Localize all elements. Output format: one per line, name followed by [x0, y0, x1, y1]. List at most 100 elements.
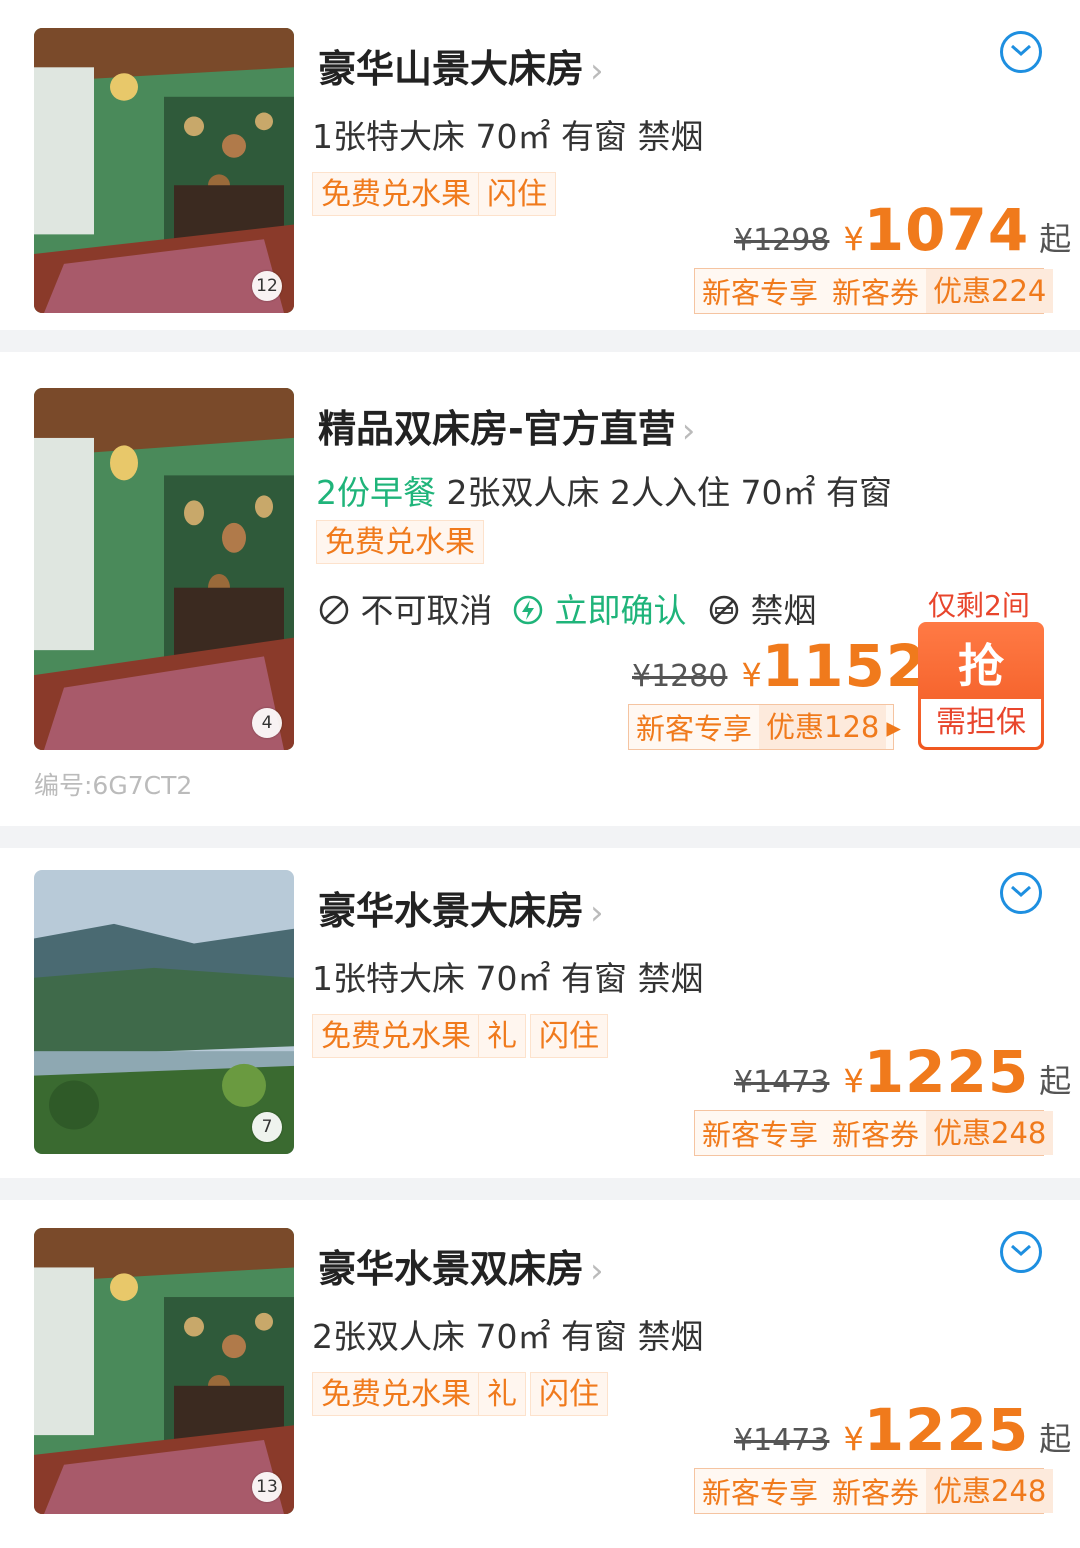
policy-label: 禁烟: [750, 591, 817, 630]
policy-no-smoking: 禁烟: [708, 584, 817, 632]
currency: ¥: [741, 656, 762, 694]
book-button-label: 抢: [958, 639, 1004, 693]
tag-free-fruit: 免费兑水果: [312, 172, 480, 216]
room-photo[interactable]: 7: [34, 870, 294, 1154]
room-card[interactable]: 4 精品双床房-官方直营 › 2份早餐 2张双人床 2人入住 70㎡ 有窗 免费兑…: [0, 352, 1080, 820]
promo-new-customer: 新客专享: [702, 1118, 819, 1152]
instant-confirm-icon: [513, 595, 543, 625]
divider: [0, 826, 1080, 848]
expand-button[interactable]: [1000, 31, 1042, 73]
price-row: ¥1298 ¥1074 起: [734, 196, 1071, 264]
room-name: 精品双床房-官方直营: [318, 407, 676, 451]
promo-discount: 优惠248: [926, 1111, 1054, 1155]
tag-flash-stay: 闪住: [478, 172, 556, 216]
promo-new-customer: 新客专享: [702, 276, 819, 310]
original-price: ¥1280: [632, 659, 728, 694]
room-image: [34, 1228, 294, 1514]
promo-strip[interactable]: 新客专享 新客券 优惠248: [694, 1110, 1054, 1156]
price-row: ¥1473 ¥1225 起: [734, 1038, 1071, 1106]
current-price: 1152: [761, 632, 928, 700]
room-title[interactable]: 豪华山景大床房 ›: [318, 38, 604, 93]
original-price: ¥1473: [734, 1065, 830, 1100]
photo-count-badge: 7: [252, 1112, 282, 1142]
room-desc: 2份早餐 2张双人床 2人入住 70㎡ 有窗: [316, 466, 892, 514]
original-price: ¥1298: [734, 223, 830, 258]
divider: [0, 330, 1080, 352]
price-row: ¥1473 ¥1225 起: [734, 1396, 1071, 1464]
promo-discount: 优惠224: [926, 269, 1054, 313]
room-photo[interactable]: 12: [34, 28, 294, 313]
no-cancel-icon: [319, 595, 349, 625]
divider: [0, 1178, 1080, 1200]
expand-chevron-icon: [1011, 44, 1031, 57]
tag-free-fruit: 免费兑水果: [312, 1372, 480, 1416]
tag-gift: 礼: [478, 1014, 526, 1058]
promo-new-customer: 新客专享: [636, 712, 753, 746]
book-button[interactable]: 抢 需担保: [918, 622, 1044, 750]
price-suffix: 起: [1039, 220, 1072, 258]
room-image: [34, 870, 294, 1154]
expand-chevron-icon: [1011, 885, 1031, 898]
room-photo[interactable]: 4: [34, 388, 294, 750]
current-price: 1225: [863, 1038, 1030, 1106]
room-title[interactable]: 豪华水景双床房 ›: [318, 1238, 604, 1293]
policy-instant-confirm: 立即确认: [512, 584, 687, 632]
promo-new-customer: 新客专享: [702, 1476, 819, 1510]
policy-label: 立即确认: [554, 591, 687, 630]
room-image: [34, 28, 294, 313]
chevron-right-icon: ›: [590, 51, 604, 91]
promo-coupon: 新客券: [832, 1476, 920, 1510]
room-title[interactable]: 精品双床房-官方直营 ›: [318, 398, 695, 453]
currency: ¥: [843, 1420, 864, 1458]
tag-free-fruit: 免费兑水果: [316, 520, 484, 564]
expand-button[interactable]: [1000, 1231, 1042, 1273]
room-name: 豪华山景大床房: [318, 47, 585, 91]
guarantee-label: 需担保: [921, 699, 1041, 747]
tag-flash-stay: 闪住: [530, 1372, 608, 1416]
room-card[interactable]: 12 豪华山景大床房 › 1张特大床 70㎡ 有窗 禁烟 免费兑水果 闪住 ¥12…: [0, 0, 1080, 330]
expand-button[interactable]: [1000, 872, 1042, 914]
promo-strip[interactable]: 新客专享 新客券 优惠224: [694, 268, 1054, 314]
promo-strip[interactable]: 新客专享 新客券 优惠248: [694, 1468, 1054, 1514]
current-price: 1225: [863, 1396, 1030, 1464]
price-row: ¥1280 ¥1152: [632, 632, 927, 700]
photo-count-badge: 4: [252, 708, 282, 738]
chevron-right-icon: ›: [681, 411, 696, 451]
room-desc: 1张特大床 70㎡ 有窗 禁烟: [312, 117, 704, 156]
promo-discount: 优惠128: [759, 705, 887, 749]
room-code: 编号:6G7CT2: [34, 771, 193, 800]
room-photo[interactable]: 13: [34, 1228, 294, 1514]
policy-no-cancel: 不可取消: [318, 584, 493, 632]
original-price: ¥1473: [734, 1423, 830, 1458]
currency: ¥: [843, 220, 864, 258]
breakfast-info: 2份早餐: [316, 473, 436, 512]
expand-chevron-icon: [1011, 1244, 1031, 1257]
rooms-remaining: 仅剩2间: [928, 589, 1030, 622]
room-desc-text: 2张双人床 2人入住 70㎡ 有窗: [446, 473, 892, 512]
room-image: [34, 388, 294, 750]
room-name: 豪华水景双床房: [318, 1247, 585, 1291]
chevron-right-icon: ›: [590, 1251, 604, 1291]
currency: ¥: [843, 1062, 864, 1100]
room-name: 豪华水景大床房: [318, 889, 585, 933]
tag-gift: 礼: [478, 1372, 526, 1416]
tag-flash-stay: 闪住: [530, 1014, 608, 1058]
room-desc: 2张双人床 70㎡ 有窗 禁烟: [312, 1317, 704, 1356]
tag-free-fruit: 免费兑水果: [312, 1014, 480, 1058]
price-suffix: 起: [1039, 1420, 1072, 1458]
promo-coupon: 新客券: [832, 1118, 920, 1152]
room-title[interactable]: 豪华水景大床房 ›: [318, 880, 604, 935]
room-card[interactable]: 13 豪华水景双床房 › 2张双人床 70㎡ 有窗 禁烟 免费兑水果 礼 闪住 ¥…: [0, 1200, 1080, 1548]
room-desc: 1张特大床 70㎡ 有窗 禁烟: [312, 959, 704, 998]
chevron-right-icon: ›: [590, 893, 604, 933]
promo-arrow-icon: ▸: [886, 710, 901, 744]
current-price: 1074: [863, 196, 1030, 264]
room-card[interactable]: 7 豪华水景大床房 › 1张特大床 70㎡ 有窗 禁烟 免费兑水果 礼 闪住 ¥1…: [0, 848, 1080, 1170]
price-suffix: 起: [1039, 1062, 1072, 1100]
policy-label: 不可取消: [360, 591, 493, 630]
promo-strip[interactable]: 新客专享 优惠128 ▸: [628, 704, 901, 750]
no-smoking-icon: [709, 595, 739, 625]
promo-coupon: 新客券: [832, 276, 920, 310]
photo-count-badge: 13: [252, 1472, 282, 1502]
photo-count-badge: 12: [252, 271, 282, 301]
